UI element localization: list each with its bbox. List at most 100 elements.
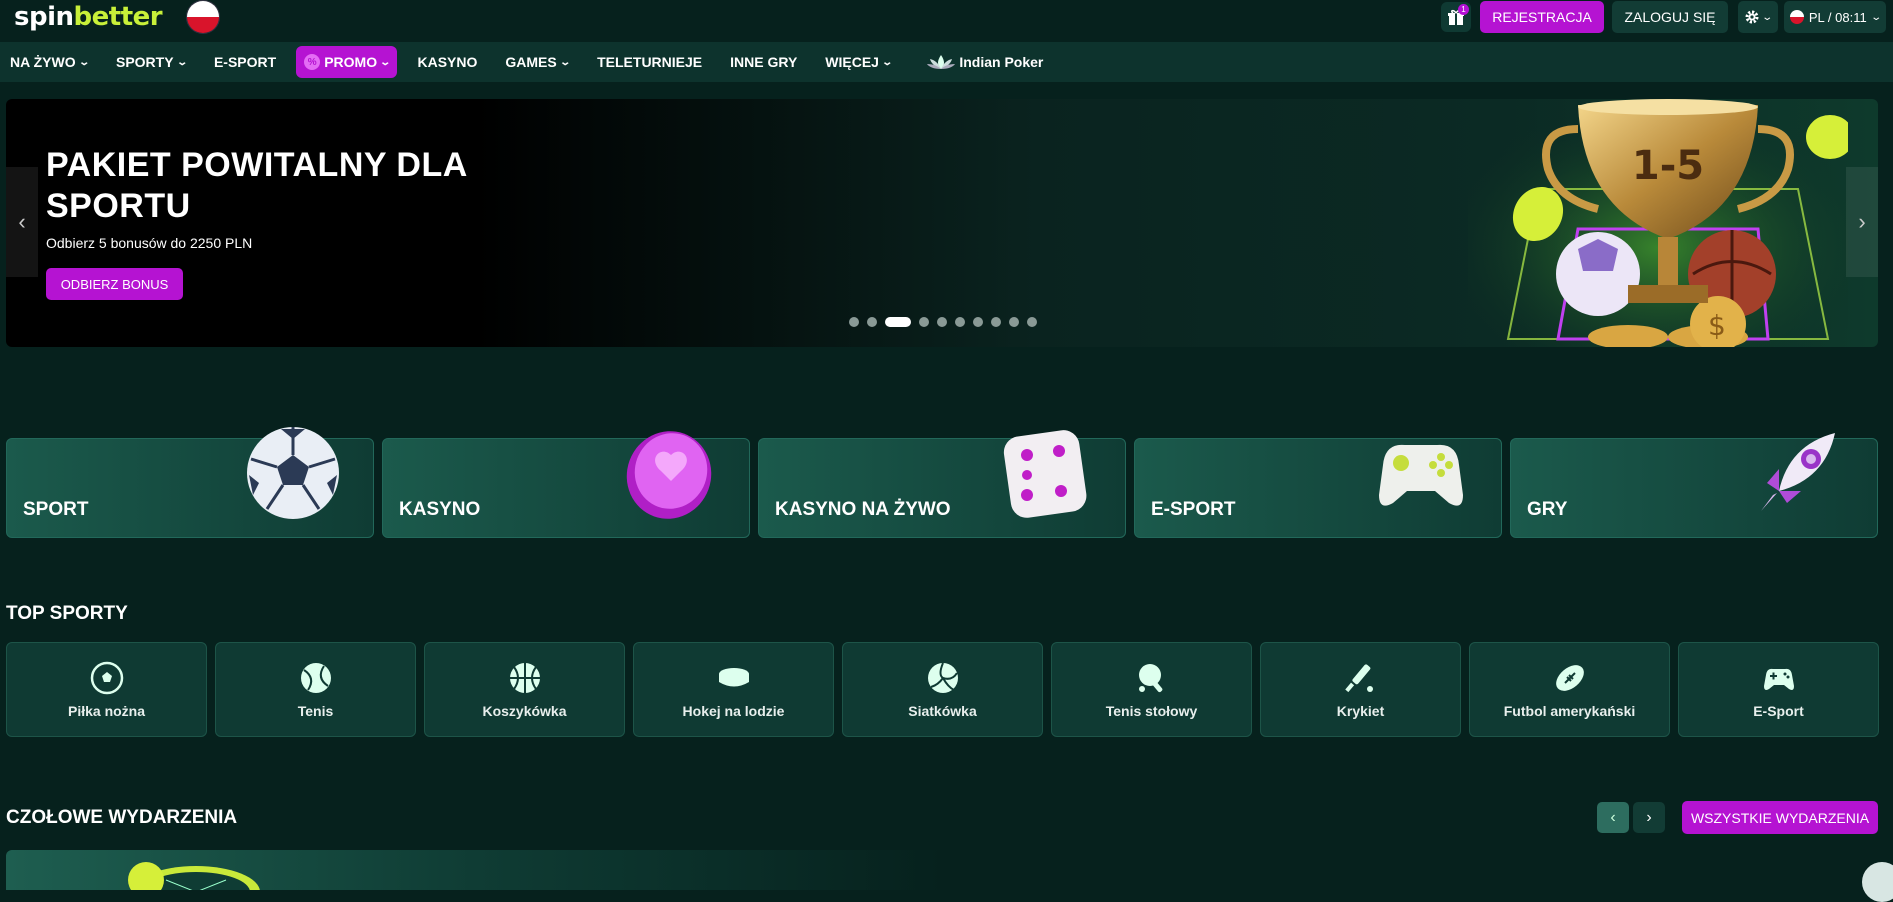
- category-card-gry[interactable]: GRY: [1510, 433, 1878, 538]
- nav-item-wiecej[interactable]: WIĘCEJ ⌄: [825, 46, 894, 78]
- hockey-puck-icon: [718, 667, 749, 686]
- pagination-dot[interactable]: [1009, 317, 1019, 327]
- banner-prev-button[interactable]: ‹: [6, 167, 38, 277]
- tennis-icon: [300, 662, 331, 693]
- pagination-dot[interactable]: [973, 317, 983, 327]
- casino-chip-icon: [626, 431, 712, 519]
- pagination-dot[interactable]: [955, 317, 965, 327]
- chevron-left-icon: ‹: [18, 209, 26, 234]
- nav-item-inne-gry[interactable]: INNE GRY: [730, 46, 797, 78]
- sport-tile-futbol-amerykanski[interactable]: Futbol amerykański: [1469, 642, 1670, 737]
- category-card-sport[interactable]: SPORT: [6, 427, 374, 538]
- events-next-button[interactable]: ›: [1633, 802, 1665, 833]
- sport-label: Tenis: [297, 702, 334, 719]
- pagination-dot[interactable]: [991, 317, 1001, 327]
- sport-tile-tenis[interactable]: Tenis: [215, 642, 416, 737]
- event-card[interactable]: [6, 850, 1878, 890]
- chevron-down-icon: ⌄: [559, 56, 571, 68]
- volleyball-icon: [927, 662, 958, 693]
- nav-label: TELETURNIEJE: [597, 54, 703, 70]
- nav-item-sporty[interactable]: SPORTY ⌄: [116, 46, 188, 78]
- logo-text-better: better: [73, 2, 163, 32]
- percent-icon: %: [304, 54, 321, 70]
- poland-flag-icon: [1789, 10, 1804, 24]
- chevron-left-icon: ‹: [1610, 808, 1616, 826]
- claim-bonus-button[interactable]: ODBIERZ BONUS: [46, 268, 183, 300]
- top-bar: spinbetter 1 REJESTRACJA ZALOGUJ SIĘ ⌄ P…: [0, 0, 1893, 35]
- pagination-dot[interactable]: [867, 317, 877, 327]
- category-card-e-sport[interactable]: E-SPORT: [1134, 438, 1502, 538]
- banner-pagination: [849, 317, 1037, 327]
- language-time-label: PL / 08:11: [1808, 9, 1867, 25]
- category-label: KASYNO: [399, 499, 481, 520]
- sport-label: Krykiet: [1336, 702, 1385, 719]
- pagination-dot[interactable]: [919, 317, 929, 327]
- football-icon: [90, 661, 123, 694]
- pagination-dot[interactable]: [1027, 317, 1037, 327]
- logo-text-spin: spin: [14, 2, 74, 32]
- chevron-down-icon: ⌄: [379, 56, 392, 68]
- events-prev-button[interactable]: ‹: [1597, 802, 1629, 833]
- nav-item-indian-poker[interactable]: Indian Poker: [927, 46, 1043, 78]
- sport-label: Tenis stołowy: [1105, 702, 1198, 719]
- sport-tile-tenis-stolowy[interactable]: Tenis stołowy: [1051, 642, 1252, 737]
- chevron-right-icon: ›: [1646, 808, 1652, 826]
- sport-tile-siatkowka[interactable]: Siatkówka: [842, 642, 1043, 737]
- nav-item-kasyno[interactable]: KASYNO: [417, 46, 477, 78]
- sport-label: Futbol amerykański: [1503, 702, 1636, 719]
- sport-tile-koszykowka[interactable]: Koszykówka: [424, 642, 625, 737]
- language-time-selector[interactable]: PL / 08:11 ⌄: [1784, 1, 1886, 33]
- category-label: KASYNO NA ŻYWO: [775, 499, 951, 520]
- svg-text:$: $: [1708, 309, 1726, 342]
- nav-item-teleturnieje[interactable]: TELETURNIEJE: [597, 46, 702, 78]
- sport-tile-hokej-na-lodzie[interactable]: Hokej na lodzie: [633, 642, 834, 737]
- promo-banner[interactable]: PAKIET POWITALNY DLA SPORTU Odbierz 5 bo…: [6, 99, 1878, 347]
- gamepad-icon: [1763, 668, 1794, 690]
- nav-label: Indian Poker: [959, 54, 1044, 70]
- gear-icon: [1745, 10, 1759, 24]
- category-label: SPORT: [23, 499, 89, 520]
- sport-tile-e-sport[interactable]: E-Sport: [1678, 642, 1879, 737]
- chevron-down-icon: ⌄: [881, 56, 894, 68]
- sport-label: Hokej na lodzie: [682, 702, 785, 719]
- category-card-kasyno[interactable]: KASYNO: [382, 431, 750, 538]
- category-label: GRY: [1527, 499, 1568, 520]
- pagination-dot[interactable]: [937, 317, 947, 327]
- all-events-button[interactable]: WSZYSTKIE WYDARZENIA: [1682, 801, 1878, 834]
- nav-item-e-sport[interactable]: E-SPORT: [214, 46, 276, 78]
- chevron-right-icon: ›: [1858, 209, 1866, 234]
- sport-label: Piłka nożna: [67, 702, 146, 719]
- banner-title: PAKIET POWITALNY DLA SPORTU: [46, 146, 467, 225]
- nav-label: NA ŻYWO: [10, 54, 76, 70]
- poland-flag-icon: [186, 0, 220, 34]
- chevron-down-icon: ⌄: [1761, 11, 1774, 23]
- banner-next-button[interactable]: ›: [1846, 167, 1878, 277]
- table-tennis-icon: [1138, 663, 1162, 692]
- top-sports-title: TOP SPORTY: [6, 603, 128, 624]
- chat-support-button[interactable]: [1862, 862, 1893, 902]
- site-logo[interactable]: spinbetter: [14, 2, 163, 32]
- nav-item-promo[interactable]: % PROMO ⌄: [296, 46, 398, 78]
- gift-button[interactable]: 1: [1441, 2, 1471, 32]
- rocket-icon: [1761, 433, 1835, 511]
- settings-button[interactable]: ⌄: [1738, 1, 1778, 33]
- gamepad-icon: [1379, 444, 1463, 506]
- category-card-kasyno-na-zywo[interactable]: KASYNO NA ŻYWO: [758, 430, 1126, 538]
- nav-label: WIĘCEJ: [825, 54, 879, 70]
- tennis-racket-icon: [128, 862, 260, 890]
- sport-tile-krykiet[interactable]: Krykiet: [1260, 642, 1461, 737]
- top-sports-list: Piłka nożna Tenis Koszykówka Hokej na lo…: [6, 642, 1879, 737]
- sport-tile-pilka-nozna[interactable]: Piłka nożna: [6, 642, 207, 737]
- nav-item-na-zywo[interactable]: NA ŻYWO ⌄: [10, 46, 90, 78]
- chevron-down-icon: ⌄: [175, 56, 188, 68]
- top-events-title: CZOŁOWE WYDARZENIA: [6, 807, 238, 828]
- american-football-icon: [1555, 664, 1584, 691]
- login-button[interactable]: ZALOGUJ SIĘ: [1612, 1, 1728, 33]
- pagination-dot[interactable]: [849, 317, 859, 327]
- soccer-ball-icon: [247, 427, 339, 519]
- pagination-dot-active[interactable]: [885, 317, 911, 327]
- nav-label: PROMO: [324, 54, 378, 70]
- nav-label: INNE GRY: [730, 54, 798, 70]
- register-button[interactable]: REJESTRACJA: [1480, 1, 1604, 33]
- nav-item-games[interactable]: GAMES ⌄: [505, 46, 571, 78]
